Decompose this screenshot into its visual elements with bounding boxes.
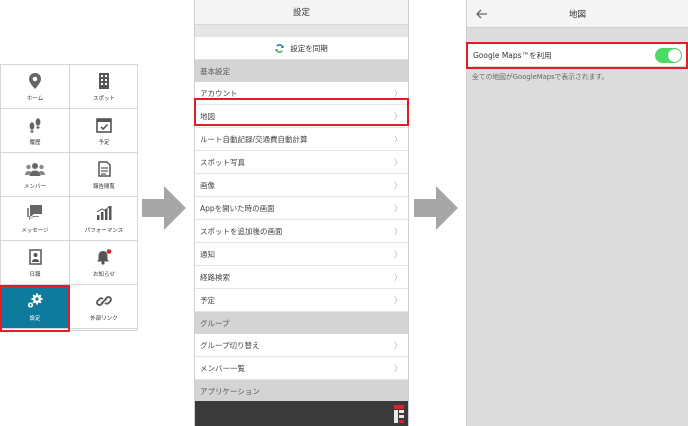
settings-item-label: スポット写真 [200, 157, 245, 167]
menu-item-label: スポット [92, 95, 115, 102]
chat-icon [25, 204, 45, 222]
menu-item-label: 報告閲覧 [92, 183, 115, 190]
settings-item-label: メンバー一覧 [200, 363, 245, 373]
section-header-group: グループ [195, 312, 408, 334]
menu-item-label: 履歴 [29, 139, 41, 146]
toggle-highlight-box [466, 42, 688, 69]
section-header-basic: 基本設定 [195, 60, 408, 82]
settings-item-label: 予定 [200, 295, 215, 305]
chevron-right-icon: 〉 [394, 180, 402, 190]
settings-item-member-list[interactable]: メンバー一覧 〉 [195, 357, 408, 380]
settings-item-images[interactable]: 画像 〉 [195, 174, 408, 197]
arrow-right-icon [142, 186, 186, 230]
map-description: 全ての地図がGoogleMapsで表示されます。 [472, 73, 609, 81]
menu-item-label: メンバー [23, 183, 46, 190]
settings-screen: 設定 設定を同期 基本設定 アカウント〉 地図〉 ルート自動記録/交通費自動計算… [194, 0, 409, 426]
settings-item-route-recording[interactable]: ルート自動記録/交通費自動計算 〉 [195, 128, 408, 151]
menu-item-label: 日報 [29, 271, 41, 278]
settings-item-label: 画像 [200, 180, 215, 190]
menu-item-messages[interactable]: メッセージ [1, 197, 69, 241]
chevron-right-icon: 〉 [394, 295, 402, 305]
brand-logo-icon [394, 405, 404, 423]
bottom-toolbar [195, 401, 408, 426]
building-icon [94, 72, 114, 90]
settings-item-switch-group[interactable]: グループ切り替え 〉 [195, 334, 408, 357]
footprints-icon [25, 116, 45, 134]
settings-item-label: 経路検索 [200, 272, 230, 282]
calendar-check-icon [94, 116, 114, 134]
people-icon [25, 160, 45, 178]
map-pin-icon [25, 72, 45, 90]
settings-highlight-box [0, 285, 70, 332]
chevron-right-icon: 〉 [394, 157, 402, 167]
menu-item-external-links[interactable]: 外部リンク [70, 285, 138, 329]
settings-item-label: 通知 [200, 249, 215, 259]
chevron-right-icon: 〉 [394, 226, 402, 236]
chevron-right-icon: 〉 [394, 249, 402, 259]
settings-nav-bar: 設定 [195, 0, 408, 25]
settings-item-route-search[interactable]: 経路検索 〉 [195, 266, 408, 289]
settings-item-notifications[interactable]: 通知 〉 [195, 243, 408, 266]
settings-item-after-add-spot[interactable]: スポットを追加後の画面 〉 [195, 220, 408, 243]
settings-item-startup-screen[interactable]: Appを開いた時の画面 〉 [195, 197, 408, 220]
menu-item-label: 外部リンク [90, 315, 118, 322]
arrow-right-icon [414, 186, 458, 230]
link-icon [94, 292, 114, 310]
settings-item-label: グループ切り替え [200, 340, 260, 350]
map-item-highlight-box [194, 98, 409, 126]
menu-item-members[interactable]: メンバー [1, 153, 69, 197]
section-header-application: アプリケーション [195, 380, 408, 402]
chevron-right-icon: 〉 [394, 340, 402, 350]
sync-settings-button[interactable]: 設定を同期 [195, 37, 408, 60]
sync-label: 設定を同期 [290, 43, 328, 53]
menu-item-spot[interactable]: スポット [70, 65, 138, 109]
menu-item-label: パフォーマンス [84, 227, 124, 234]
chevron-right-icon: 〉 [394, 203, 402, 213]
menu-item-home[interactable]: ホーム [1, 65, 69, 109]
menu-item-reports[interactable]: 報告閲覧 [70, 153, 138, 197]
chevron-right-icon: 〉 [394, 88, 402, 98]
spacer [195, 25, 408, 37]
document-icon [94, 160, 114, 178]
bell-icon [94, 248, 114, 266]
settings-item-label: ルート自動記録/交通費自動計算 [200, 134, 308, 144]
settings-item-label: アカウント [200, 88, 238, 98]
menu-item-history[interactable]: 履歴 [1, 109, 69, 153]
bar-chart-icon [94, 204, 114, 222]
settings-item-schedule[interactable]: 予定 〉 [195, 289, 408, 312]
chevron-right-icon: 〉 [394, 134, 402, 144]
chevron-right-icon: 〉 [394, 363, 402, 373]
menu-item-notices[interactable]: お知らせ [70, 241, 138, 285]
menu-item-label: 予定 [98, 139, 110, 146]
page-title: 設定 [292, 8, 310, 18]
sync-icon [275, 43, 284, 53]
settings-item-spot-photos[interactable]: スポット写真 〉 [195, 151, 408, 174]
menu-item-daily-report[interactable]: 日報 [1, 241, 69, 285]
settings-item-label: Appを開いた時の画面 [200, 203, 275, 213]
menu-item-label: ホーム [26, 95, 44, 102]
menu-item-label: お知らせ [93, 271, 115, 278]
menu-item-schedule[interactable]: 予定 [70, 109, 138, 153]
report-icon [25, 248, 45, 266]
settings-item-label: スポットを追加後の画面 [200, 226, 283, 236]
map-nav-bar: 地図 [467, 0, 688, 28]
back-arrow-icon[interactable] [475, 7, 489, 21]
menu-item-label: メッセージ [21, 227, 49, 234]
menu-item-performance[interactable]: パフォーマンス [70, 197, 138, 241]
page-title: 地図 [568, 9, 586, 20]
chevron-right-icon: 〉 [394, 272, 402, 282]
